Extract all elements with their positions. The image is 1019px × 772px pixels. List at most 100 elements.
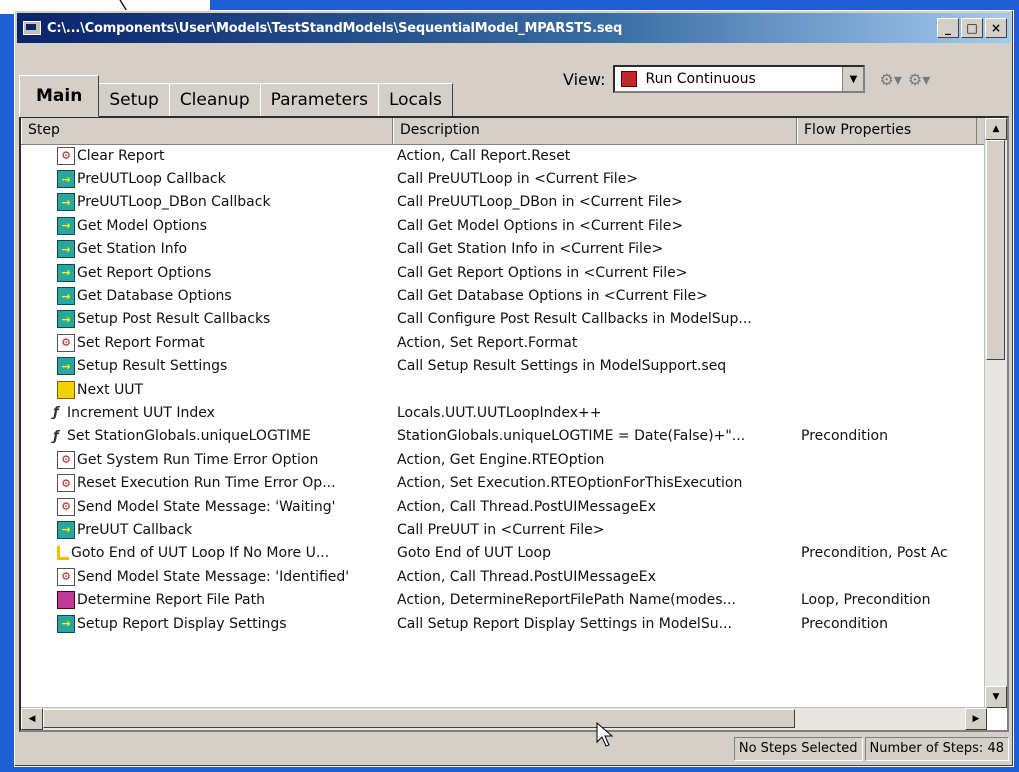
view-selector: View: Run Continuous ▼ ⚙▾ ⚙▾ (563, 65, 930, 93)
step-name-cell: → Setup Report Display Settings (21, 614, 393, 633)
horizontal-scrollbar[interactable]: ◀ ▶ (21, 707, 987, 730)
step-name: Next UUT (77, 381, 144, 398)
step-name-cell: ƒ Set StationGlobals.uniqueLOGTIME (21, 427, 393, 445)
step-row[interactable]: Next UUT (21, 378, 987, 401)
step-name-cell: → Get Database Options (21, 287, 393, 306)
scroll-right-icon[interactable]: ▶ (965, 708, 987, 730)
column-header-description[interactable]: Description (393, 118, 797, 144)
step-name-cell: ⚙ Send Model State Message: 'Waiting' (21, 497, 393, 516)
step-name-cell: → PreUUTLoop_DBon Callback (21, 193, 393, 212)
step-name: Goto End of UUT Loop If No More U... (71, 545, 330, 562)
step-name-cell: → PreUUTLoop Callback (21, 170, 393, 189)
mouse-cursor-icon (596, 722, 614, 747)
step-row[interactable]: ƒ Set StationGlobals.uniqueLOGTIME Station… (21, 425, 987, 448)
sequence-call-icon: → (57, 357, 75, 376)
chevron-down-icon[interactable]: ▼ (842, 67, 864, 91)
app-icon (23, 21, 41, 35)
run-continuous-icon (621, 71, 638, 87)
close-button[interactable]: × (985, 18, 1007, 38)
list-header: Step Description Flow Properties (21, 118, 1007, 145)
tab-parameters[interactable]: Parameters (259, 83, 379, 117)
step-row[interactable]: ⚙ Send Model State Message: 'Waiting' Acti… (21, 495, 987, 518)
column-header-step[interactable]: Step (21, 118, 393, 144)
scroll-down-icon[interactable]: ▼ (985, 686, 1007, 708)
step-row[interactable]: ⚙ Set Report Format Action, Set Report.For… (21, 331, 987, 354)
sequence-call-icon: → (57, 240, 75, 259)
step-description: StationGlobals.uniqueLOGTIME = Date(Fals… (397, 428, 746, 445)
step-row[interactable]: ⚙ Get System Run Time Error Option Action,… (21, 448, 987, 471)
maximize-button[interactable]: □ (961, 18, 983, 38)
step-row[interactable]: Goto End of UUT Loop If No More U... Goto… (21, 542, 987, 565)
step-name-cell: → Get Model Options (21, 216, 393, 235)
step-row[interactable]: ⚙ Send Model State Message: 'Identified' A… (21, 565, 987, 588)
horizontal-scroll-thumb[interactable] (43, 709, 795, 728)
step-name: Get Model Options (77, 217, 207, 234)
tab-cleanup[interactable]: Cleanup (168, 83, 261, 117)
tab-main[interactable]: Main (19, 75, 100, 117)
step-name-cell: ⚙ Get System Run Time Error Option (21, 450, 393, 469)
scroll-up-icon[interactable]: ▲ (985, 118, 1007, 140)
step-description: Call Setup Result Settings in ModelSuppo… (397, 358, 727, 375)
step-name-cell: → Setup Result Settings (21, 357, 393, 376)
step-row[interactable]: → Get Station Info Call Get Station Info i… (21, 238, 987, 261)
step-name-cell: ⚙ Clear Report (21, 146, 393, 165)
label-step-icon (57, 380, 75, 399)
step-name: Get Station Info (77, 241, 188, 258)
minimize-button[interactable]: _ (937, 18, 959, 38)
step-row[interactable]: Determine Report File Path Action, Determ… (21, 588, 987, 611)
step-row[interactable]: → Get Report Options Call Get Report Optio… (21, 261, 987, 284)
step-row[interactable]: → PreUUTLoop Callback Call PreUUTLoop in <… (21, 167, 987, 190)
action-step-icon: ⚙ (57, 146, 75, 165)
step-name-cell: ⚙ Set Report Format (21, 333, 393, 352)
step-description: Call PreUUT in <Current File> (397, 521, 605, 538)
step-name: PreUUTLoop Callback (77, 171, 226, 188)
step-name: Clear Report (77, 147, 165, 164)
step-row[interactable]: ƒ Increment UUT Index Locals.UUT.UUTLoopIn… (21, 401, 987, 424)
step-name: Get System Run Time Error Option (77, 451, 319, 468)
step-description: Call Get Model Options in <Current File> (397, 217, 684, 234)
steps-list-view[interactable]: Step Description Flow Properties ⚙ Clear … (19, 116, 1009, 732)
step-description: Action, Call Thread.PostUIMessageEx (397, 568, 656, 585)
title-bar[interactable]: C:\...\Components\User\Models\TestStandM… (17, 13, 1011, 43)
vertical-scroll-thumb[interactable] (986, 140, 1005, 360)
forward-gear-icon[interactable]: ⚙▾ (908, 70, 930, 89)
view-label: View: (563, 69, 606, 89)
step-row[interactable]: → Setup Result Settings Call Setup Result … (21, 355, 987, 378)
step-name: PreUUTLoop_DBon Callback (77, 194, 271, 211)
step-name-cell: ƒ Increment UUT Index (21, 404, 393, 422)
step-row[interactable]: → PreUUTLoop_DBon Callback Call PreUUTLoop… (21, 191, 987, 214)
view-dropdown[interactable]: Run Continuous ▼ (613, 65, 866, 93)
step-row[interactable]: ⚙ Clear Report Action, Call Report.Reset (21, 144, 987, 167)
step-description: Call PreUUTLoop in <Current File> (397, 171, 639, 188)
step-description: Call Configure Post Result Callbacks in … (397, 311, 752, 328)
sequence-editor-window: C:\...\Components\User\Models\TestStandM… (14, 10, 1014, 767)
step-row[interactable]: → PreUUT Callback Call PreUUT in <Current … (21, 518, 987, 541)
step-name: Setup Post Result Callbacks (77, 311, 271, 328)
sequence-call-icon: → (57, 263, 75, 282)
step-row[interactable]: → Get Database Options Call Get Database O… (21, 284, 987, 307)
step-name-cell: → Setup Post Result Callbacks (21, 310, 393, 329)
step-row[interactable]: ⚙ Reset Execution Run Time Error Op... Act… (21, 471, 987, 494)
step-name-cell: Next UUT (21, 380, 393, 399)
tab-setup[interactable]: Setup (98, 83, 170, 117)
sequence-call-icon: → (57, 520, 75, 539)
scroll-left-icon[interactable]: ◀ (21, 708, 43, 730)
step-description: Action, Set Report.Format (397, 334, 578, 351)
back-gear-icon[interactable]: ⚙▾ (879, 70, 901, 89)
tab-locals[interactable]: Locals (377, 83, 453, 117)
action-step-icon: ⚙ (57, 474, 75, 493)
view-selected-value: Run Continuous (645, 71, 756, 87)
sequence-call-icon: → (57, 216, 75, 235)
tab-strip: Main Setup Cleanup Parameters Locals (19, 75, 453, 117)
step-row[interactable]: → Setup Post Result Callbacks Call Configu… (21, 308, 987, 331)
vertical-scrollbar[interactable]: ▲ ▼ (984, 118, 1007, 708)
step-description: Action, DetermineReportFilePath Name(mod… (397, 592, 736, 609)
step-name: Reset Execution Run Time Error Op... (77, 475, 336, 492)
column-header-flow[interactable]: Flow Properties (797, 118, 977, 144)
step-description: Call Get Station Info in <Current File> (397, 241, 664, 258)
step-name-cell: Goto End of UUT Loop If No More U... (21, 545, 393, 561)
step-row[interactable]: → Get Model Options Call Get Model Options… (21, 214, 987, 237)
step-name: Increment UUT Index (67, 404, 215, 421)
step-flow-properties: Loop, Precondition (801, 592, 931, 609)
step-row[interactable]: → Setup Report Display Settings Call Setup… (21, 612, 987, 635)
